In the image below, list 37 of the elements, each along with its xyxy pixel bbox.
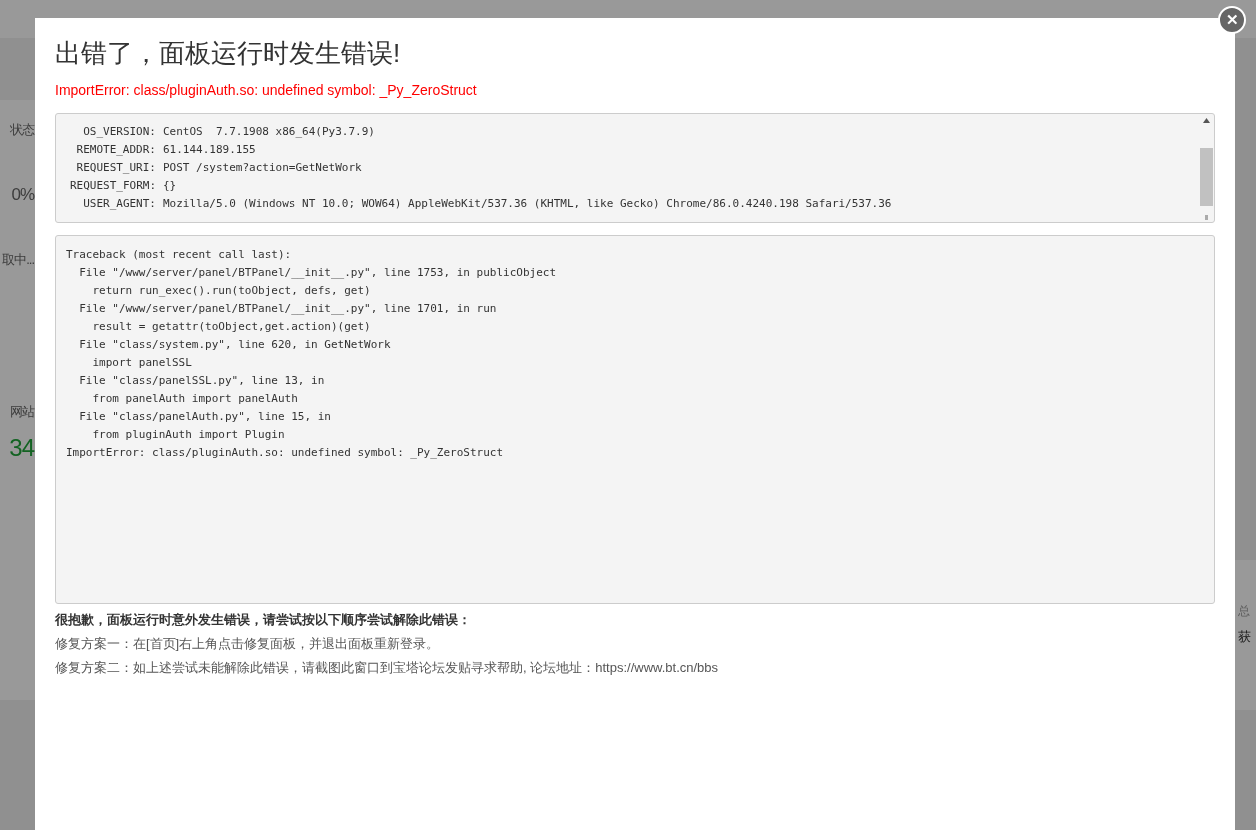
stat-label: 获 bbox=[1238, 628, 1251, 646]
info-key: REQUEST_URI: bbox=[65, 159, 156, 177]
stat-label: 总 bbox=[1238, 603, 1250, 620]
traceback-line: Traceback (most recent call last): bbox=[66, 247, 293, 263]
stat-label: 状态 bbox=[10, 121, 34, 139]
traceback-line: import panelSSL bbox=[91, 355, 193, 371]
info-value: CentOS 7.7.1908 x86_64(Py3.7.9) bbox=[163, 124, 375, 140]
help-heading: 很抱歉，面板运行时意外发生错误，请尝试按以下顺序尝试解除此错误： bbox=[55, 611, 472, 629]
stat-label: 34 bbox=[9, 433, 34, 463]
scroll-thumb[interactable] bbox=[1199, 148, 1213, 206]
help-step: 修复方案二：如上述尝试未能解除此错误，请截图此窗口到宝塔论坛发贴寻求帮助, 论坛地址：https://www.bt.cn/bbs bbox=[55, 656, 1215, 680]
error-message: ImportError: class/pluginAuth.so: undefined symbol: _Py_ZeroStruct bbox=[55, 81, 478, 100]
info-key: REQUEST_FORM: bbox=[65, 177, 156, 195]
info-value: {} bbox=[163, 178, 177, 194]
traceback-line: File "class/system.py", line 620, in GetNetWork bbox=[78, 337, 392, 353]
traceback-line: ImportError: class/pluginAuth.so: undefined symbol: _Py_ZeroStruct bbox=[66, 445, 505, 461]
scroll-up-icon[interactable] bbox=[1202, 118, 1210, 123]
help-step: 修复方案一：在[首页]右上角点击修复面板，并退出面板重新登录。 bbox=[55, 632, 1215, 656]
info-value: POST /system?action=GetNetWork bbox=[163, 160, 362, 176]
stat-label: 取中... bbox=[2, 251, 34, 269]
traceback-line: File "/www/server/panel/BTPanel/__init__.py", line 1753, in publicObject bbox=[78, 265, 558, 281]
info-key: USER_AGENT: bbox=[65, 195, 156, 213]
traceback-line: from pluginAuth import Plugin bbox=[91, 427, 286, 443]
traceback-line: File "class/panelSSL.py", line 13, in bbox=[78, 373, 326, 389]
info-value: Mozilla/5.0 (Windows NT 10.0; WOW64) AppleWebKit/537.36 (KHTML, like Gecko) Chrome/86.0.4240.198 Safari/537.36 bbox=[163, 196, 892, 212]
dialog-title: 出错了，面板运行时发生错误! bbox=[55, 37, 402, 70]
info-value: 61.144.189.155 bbox=[163, 142, 256, 158]
traceback-line: result = getattr(toObject,get.action)(get) bbox=[91, 319, 372, 335]
info-key: REMOTE_ADDR: bbox=[65, 141, 156, 159]
stat-label: 0% bbox=[11, 184, 34, 206]
scroll-down-icon[interactable] bbox=[1204, 215, 1208, 220]
stat-label: 网站 bbox=[10, 403, 34, 421]
traceback-line: from panelAuth import panelAuth bbox=[91, 391, 299, 407]
traceback-line: File "class/panelAuth.py", line 15, in bbox=[78, 409, 332, 425]
traceback-line: return run_exec().run(toObject, defs, get) bbox=[91, 283, 372, 299]
info-key: OS_VERSION: bbox=[65, 123, 156, 141]
traceback-line: File "/www/server/panel/BTPanel/__init__.py", line 1701, in run bbox=[78, 301, 498, 317]
